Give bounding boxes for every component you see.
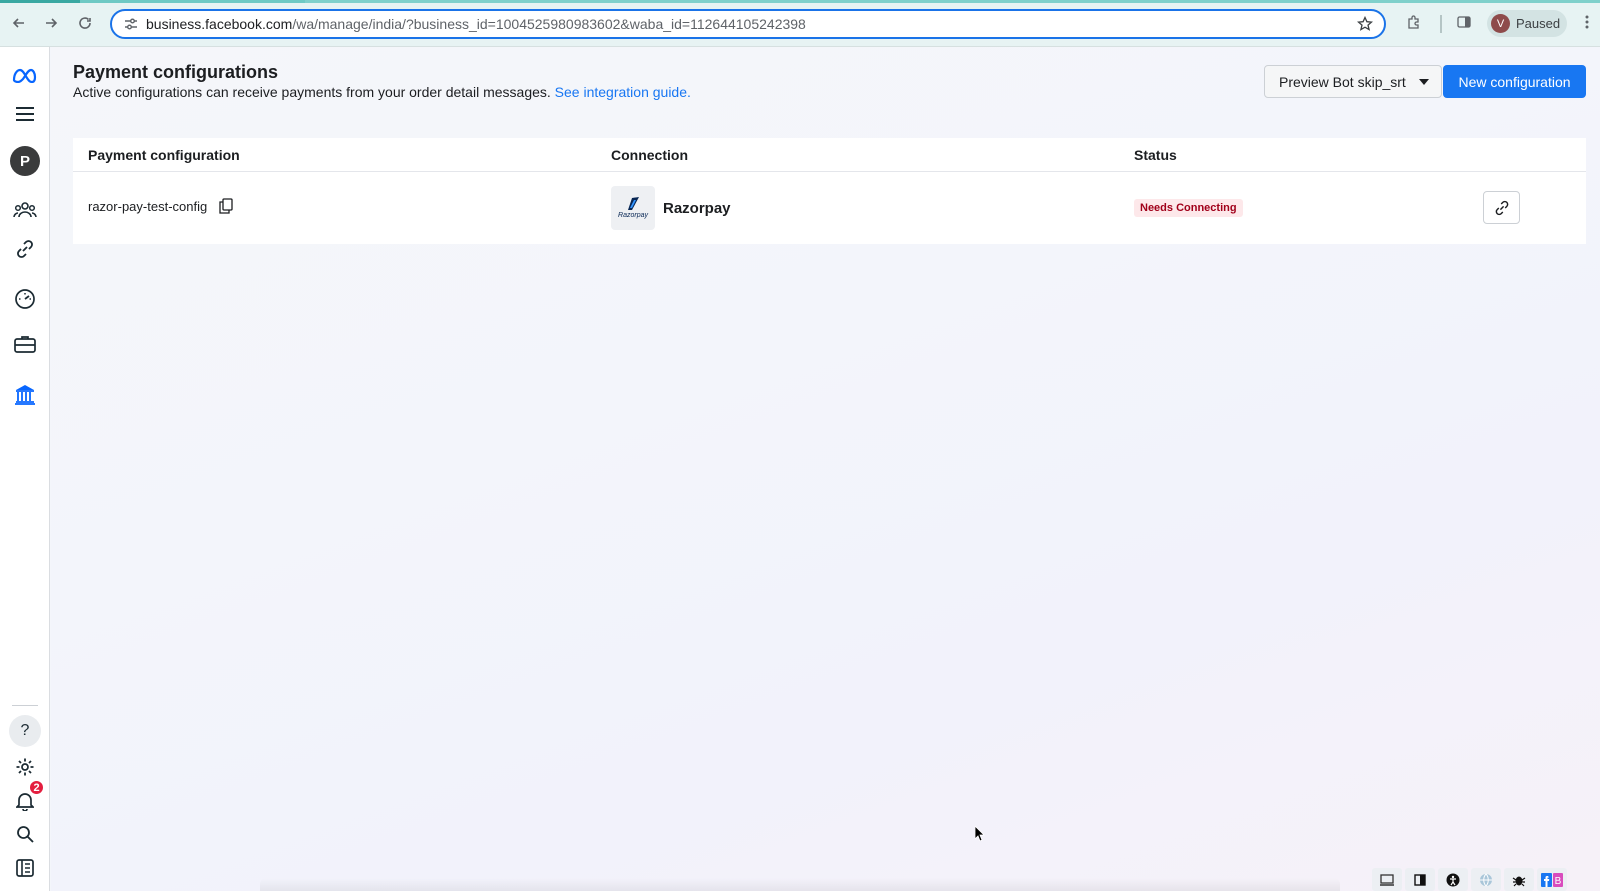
- extensions-puzzle-icon[interactable]: [1403, 11, 1425, 33]
- chevron-down-icon: [1419, 79, 1429, 85]
- back-button[interactable]: [8, 12, 30, 34]
- connection-cell: Razorpay Razorpay: [611, 186, 731, 230]
- active-tab[interactable]: [0, 0, 80, 3]
- bot-selector-dropdown[interactable]: Preview Bot skip_srt: [1264, 65, 1442, 98]
- link-icon[interactable]: [9, 233, 41, 265]
- status-cell: Needs Connecting: [1134, 199, 1243, 217]
- status-badge: Needs Connecting: [1134, 199, 1243, 217]
- browser-menu-icon[interactable]: [1578, 11, 1596, 33]
- main-content: Payment configurations Active configurat…: [51, 47, 1600, 891]
- rail-divider: [12, 705, 38, 706]
- briefcase-icon[interactable]: [9, 328, 41, 360]
- bot-selector-label: Preview Bot skip_srt: [1279, 73, 1406, 90]
- mouse-cursor-icon: [974, 825, 985, 846]
- facebook-extension-icon[interactable]: B: [1537, 868, 1567, 891]
- profile-button[interactable]: V Paused: [1487, 10, 1567, 37]
- integration-guide-link[interactable]: See integration guide.: [555, 84, 691, 100]
- connect-link-button[interactable]: [1483, 191, 1520, 224]
- forward-button[interactable]: [40, 12, 62, 34]
- page-subtitle-text: Active configurations can receive paymen…: [73, 84, 551, 100]
- menu-hamburger-icon[interactable]: [9, 98, 41, 130]
- browser-toolbar: business.facebook.com/wa/manage/india/?b…: [0, 0, 1600, 47]
- address-bar[interactable]: business.facebook.com/wa/manage/india/?b…: [110, 9, 1386, 39]
- column-header-payment-configuration[interactable]: Payment configuration: [88, 147, 240, 163]
- payment-config-table: Payment configuration Connection Status …: [73, 138, 1586, 244]
- business-avatar-letter: P: [10, 146, 40, 176]
- layout-toggle-icon[interactable]: [1405, 868, 1435, 891]
- bookmark-star-icon[interactable]: [1350, 16, 1380, 32]
- table-header: Payment configuration Connection Status: [73, 138, 1586, 172]
- bank-icon[interactable]: [9, 378, 41, 410]
- side-panel-icon[interactable]: [1453, 11, 1475, 33]
- copy-icon[interactable]: [217, 197, 235, 215]
- profile-status-label: Paused: [1516, 16, 1561, 31]
- link-icon: [1495, 200, 1508, 215]
- notifications-count-badge: 2: [28, 779, 45, 796]
- report-panel-icon[interactable]: [9, 852, 41, 884]
- bottom-bar-shadow: [260, 878, 1340, 891]
- table-row[interactable]: razor-pay-test-config Razorpay Razorpay …: [73, 172, 1586, 244]
- meta-logo-icon[interactable]: [9, 59, 41, 91]
- url-path: /wa/manage/india/?business_id=1004525980…: [292, 16, 806, 32]
- business-avatar[interactable]: P: [9, 145, 41, 177]
- help-icon: ?: [9, 715, 41, 747]
- search-icon[interactable]: [9, 818, 41, 850]
- action-cell: [1483, 191, 1520, 224]
- razorpay-logo: Razorpay: [611, 186, 655, 230]
- tab-strip: [0, 0, 1600, 3]
- profile-avatar: V: [1491, 14, 1510, 33]
- page-subtitle: Active configurations can receive paymen…: [73, 84, 691, 100]
- help-button[interactable]: ?: [9, 715, 41, 747]
- url-host: business.facebook.com: [146, 16, 293, 32]
- notifications-bell-icon[interactable]: 2: [9, 779, 45, 817]
- config-name: razor-pay-test-config: [88, 198, 208, 214]
- bug-icon[interactable]: [1504, 868, 1534, 891]
- inactive-tab[interactable]: [305, 0, 1600, 3]
- page-title: Payment configurations: [73, 62, 279, 82]
- column-header-status[interactable]: Status: [1134, 147, 1177, 163]
- svg-text:B: B: [1555, 876, 1562, 887]
- left-nav-rail: P ? 2: [0, 47, 50, 891]
- config-name-cell: razor-pay-test-config: [88, 197, 235, 215]
- reload-button[interactable]: [74, 12, 96, 34]
- inspector-icon[interactable]: [1372, 868, 1402, 891]
- address-url[interactable]: business.facebook.com/wa/manage/india/?b…: [146, 16, 1350, 32]
- site-info-icon[interactable]: [116, 17, 146, 31]
- razorpay-logo-text: Razorpay: [618, 212, 648, 219]
- dev-tools-icons: B: [1372, 868, 1567, 891]
- column-header-connection[interactable]: Connection: [611, 147, 688, 163]
- toolbar-separator: [1440, 15, 1442, 33]
- globe-icon[interactable]: [1471, 868, 1501, 891]
- speedometer-icon[interactable]: [9, 283, 41, 315]
- new-configuration-button[interactable]: New configuration: [1443, 65, 1586, 98]
- connection-name: Razorpay: [663, 199, 731, 217]
- accessibility-icon[interactable]: [1438, 868, 1468, 891]
- people-icon[interactable]: [9, 194, 41, 226]
